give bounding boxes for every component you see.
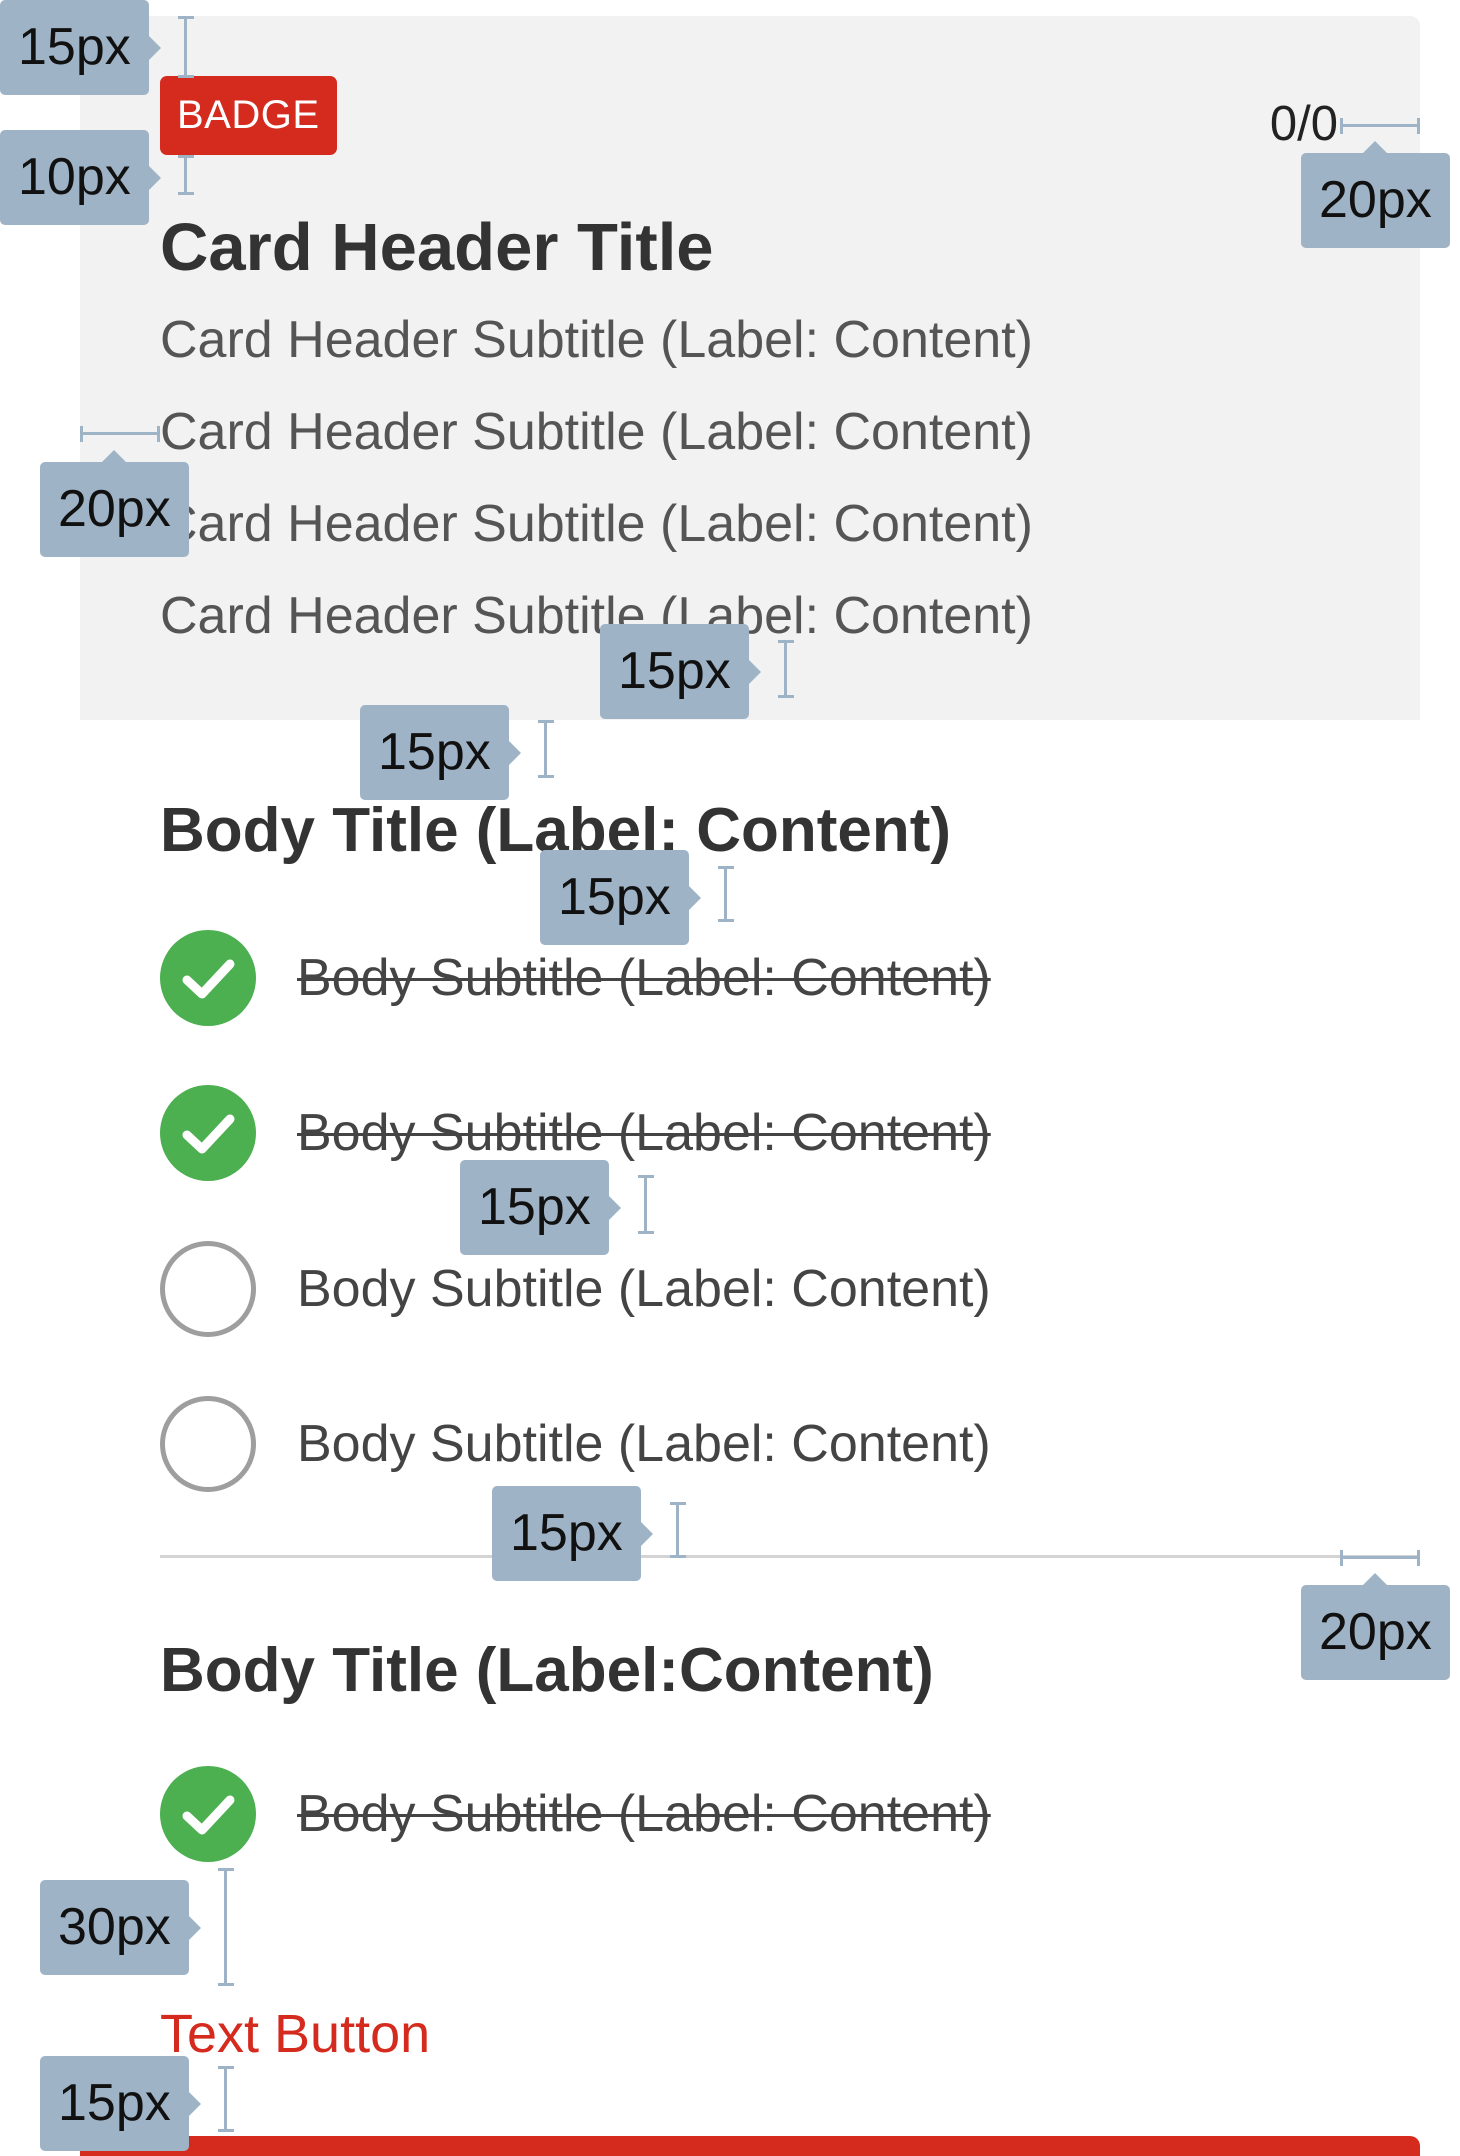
card-header-subtitle: Card Header Subtitle (Label: Content) (160, 311, 1033, 369)
body-title: Body Title (Label:Content) (160, 1636, 934, 1705)
body-subtitle: Body Subtitle (Label: Content) (297, 1260, 991, 1318)
spacing-marker (670, 1502, 686, 1558)
card-header-subtitle: Card Header Subtitle (Label: Content) (160, 495, 1033, 553)
text-button[interactable]: Text Button (160, 2003, 430, 2065)
body-subtitle: Body Subtitle (Label: Content) (297, 1785, 991, 1843)
card-header-subtitle: Card Header Subtitle (Label: Content) (160, 403, 1033, 461)
spacing-marker (778, 640, 794, 698)
card-spec-canvas: BADGE 0/0 Card Header Title Card Header … (0, 0, 1460, 2156)
spacing-annotation: 15px (0, 0, 161, 95)
spacing-marker (218, 2066, 234, 2132)
checkbox-unchecked[interactable] (160, 1241, 256, 1337)
checkbox-checked[interactable] (160, 1085, 256, 1181)
spacing-annotation: 15px (460, 1160, 621, 1255)
spacing-marker (1340, 1550, 1420, 1566)
spacing-annotation: 10px (0, 130, 161, 225)
task-item: Body Subtitle (Label: Content) (160, 1085, 1260, 1181)
spacing-annotation: 15px (492, 1486, 653, 1581)
spacing-marker (638, 1175, 654, 1234)
body-subtitle: Body Subtitle (Label: Content) (297, 1104, 991, 1162)
spacing-marker (718, 866, 734, 922)
checkmark-icon (182, 1114, 235, 1154)
body-subtitle: Body Subtitle (Label: Content) (297, 949, 991, 1007)
card-footer-bar (80, 2136, 1420, 2156)
spacing-annotation: 20px (1301, 141, 1450, 248)
spacing-annotation: 15px (600, 624, 761, 719)
checkbox-checked[interactable] (160, 1766, 256, 1862)
task-item: Body Subtitle (Label: Content) (160, 1766, 1260, 1862)
spacing-marker (80, 426, 160, 442)
spacing-annotation: 20px (40, 450, 189, 557)
spacing-annotation: 15px (40, 2056, 201, 2151)
task-item: Body Subtitle (Label: Content) (160, 930, 1260, 1026)
spacing-marker (178, 16, 194, 78)
card-header-subtitle: Card Header Subtitle (Label: Content) (160, 587, 1033, 645)
checkmark-icon (182, 1795, 235, 1835)
checkbox-checked[interactable] (160, 930, 256, 1026)
spacing-marker (218, 1868, 234, 1986)
body-subtitle: Body Subtitle (Label: Content) (297, 1415, 991, 1473)
spacing-marker (1340, 118, 1420, 134)
section-divider (160, 1555, 1420, 1558)
checkbox-unchecked[interactable] (160, 1396, 256, 1492)
spacing-annotation: 15px (540, 850, 701, 945)
spacing-annotation: 20px (1301, 1573, 1450, 1680)
status-badge: BADGE (160, 76, 337, 155)
item-counter: 0/0 (1269, 97, 1338, 151)
task-item: Body Subtitle (Label: Content) (160, 1396, 1260, 1492)
spacing-annotation: 15px (360, 705, 521, 800)
card-header-title: Card Header Title (160, 210, 714, 285)
spacing-annotation: 30px (40, 1880, 201, 1975)
task-item: Body Subtitle (Label: Content) (160, 1241, 1260, 1337)
spacing-marker (538, 720, 554, 778)
spacing-marker (178, 155, 194, 195)
checkmark-icon (182, 959, 235, 999)
